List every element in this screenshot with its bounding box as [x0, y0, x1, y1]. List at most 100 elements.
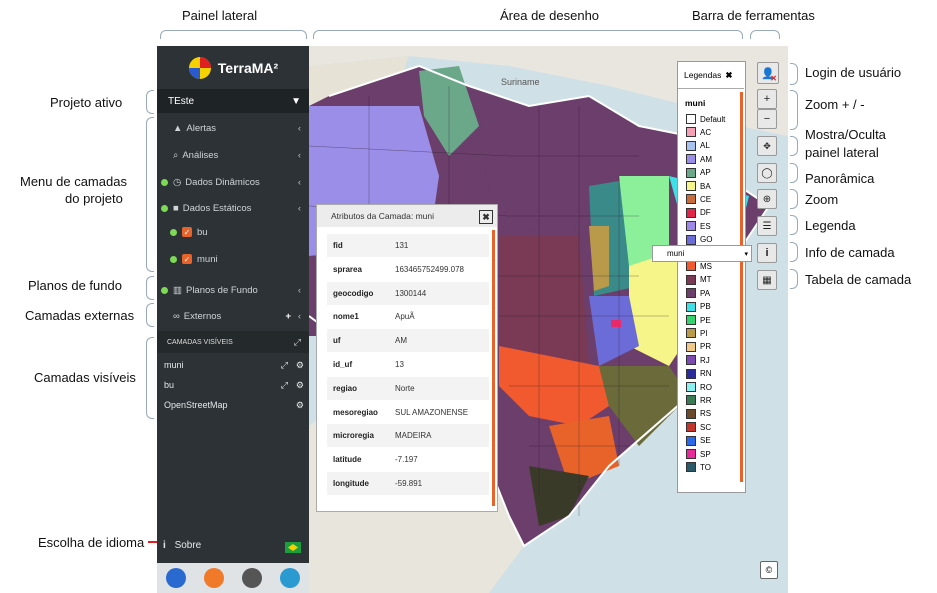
legend-swatch [686, 181, 696, 191]
menu-item-alertas[interactable]: ▲ Alertas ‹ [157, 117, 309, 139]
legend-swatch [686, 422, 696, 433]
legend-item-label: SE [700, 436, 711, 446]
login-button[interactable]: 👤 ✕ [757, 62, 779, 84]
legend-item: AP [686, 167, 711, 179]
legend-item: Default [686, 113, 725, 125]
toggle-sidebar-button[interactable]: ✥ [757, 136, 777, 156]
menu-item-externos[interactable]: ∞ Externos + ‹ [157, 305, 309, 327]
legend-item-label: RR [700, 395, 712, 405]
legend-panel: Legendas ✖ muni Default AC AL AM AP BA CE DF ES G… [677, 61, 746, 493]
layer-item-muni[interactable]: ✓ muni [157, 248, 309, 270]
project-selector[interactable]: TEste ▼ [157, 89, 309, 113]
legend-scrollbar[interactable] [740, 92, 743, 482]
attribute-value: SUL AMAZONENSE [395, 407, 469, 417]
legend-tab-label: Legendas [684, 70, 722, 80]
info-icon: i [163, 540, 166, 551]
annotation-zoom: Zoom + / - [805, 97, 865, 112]
annotation-toolbar: Barra de ferramentas [692, 8, 815, 23]
popup-scrollbar[interactable] [492, 230, 495, 506]
map-attribution-button[interactable]: © [760, 561, 778, 579]
legend-title: muni [685, 98, 706, 108]
close-icon[interactable]: ✖ [479, 210, 493, 224]
legend-item: MS [686, 260, 712, 272]
brace-right-toggle [790, 136, 798, 156]
visible-layer-openstreetmap[interactable]: OpenStreetMap ⚙ [164, 396, 304, 414]
visible-layer-bu[interactable]: bu ⤢ ⚙ [164, 376, 304, 394]
attribute-key: longitude [333, 479, 369, 488]
resize-icon[interactable]: ⤢ [281, 360, 288, 371]
legend-swatch [686, 221, 696, 232]
legend-tab[interactable]: Legendas ✖ [678, 62, 744, 89]
list-icon: ☰ [762, 220, 772, 232]
legend-swatch [686, 382, 696, 392]
layer-table-button[interactable]: ▦ [757, 270, 777, 290]
app-logo-text: TerraMA² [217, 59, 279, 76]
legend-item: AC [686, 126, 711, 138]
visible-layer-muni[interactable]: muni ⤢ ⚙ [164, 356, 304, 374]
layer-info-button[interactable]: i [757, 243, 777, 263]
legend-item: RN [686, 368, 712, 380]
gear-icon[interactable]: ⚙ [296, 400, 304, 411]
legend-item-label: PA [700, 288, 711, 298]
brace-right-login [790, 63, 798, 85]
zoom-in-icon: ⊕ [762, 193, 772, 205]
gear-icon[interactable]: ⚙ [296, 360, 304, 371]
brace-right-legend [790, 215, 798, 235]
zoom-in-button[interactable]: + [757, 89, 777, 109]
about-link[interactable]: i Sobre [163, 540, 201, 551]
layer-checkbox-bu[interactable]: ✓ [182, 227, 192, 237]
legend-swatch [686, 154, 696, 165]
legend-swatch [686, 207, 696, 218]
layer-attributes-popup: Atributos da Camada: muni ✖ fid 131 sprare… [316, 204, 498, 512]
layer-checkbox-muni[interactable]: ✓ [182, 254, 192, 264]
menu-item-dados-estaticos[interactable]: ■ Dados Estáticos ‹ [157, 197, 309, 219]
legend-swatch [686, 435, 696, 446]
app-logo: TerraMA² [157, 46, 309, 89]
visible-layers-header: CAMADAS VISÍVEIS ⤢ [157, 331, 309, 353]
map-label-suriname: Suriname [501, 77, 540, 87]
menu-item-analises[interactable]: ⌕ Análises ‹ [157, 144, 309, 166]
menu-item-dados-dinamicos[interactable]: ◷ Dados Dinâmicos ‹ [157, 171, 309, 193]
language-flag-brazil[interactable] [285, 542, 301, 553]
crest-logo-icon [242, 568, 262, 588]
gear-icon[interactable]: ⚙ [296, 380, 304, 391]
attribute-key: id_uf [333, 360, 353, 369]
visible-layer-label: muni [164, 360, 184, 370]
zoom-out-button[interactable]: − [757, 109, 777, 129]
annotation-toggle-2: painel lateral [805, 145, 879, 160]
caret-down-icon: ▼ [291, 95, 301, 107]
legend-item: PB [686, 301, 711, 313]
brace-project [146, 90, 154, 114]
legend-item-label: BA [700, 181, 711, 191]
legend-item: GO [686, 234, 712, 246]
attribute-value: -59.891 [395, 479, 423, 488]
attribute-value: MADEIRA [395, 431, 432, 441]
close-icon[interactable]: ✖ [725, 70, 732, 81]
add-external-button[interactable]: + [285, 311, 291, 322]
pan-button[interactable]: ◯ [757, 163, 777, 183]
legend-item-label: AM [700, 154, 712, 164]
legend-item-label: CE [700, 194, 712, 204]
chevron-left-icon: ‹ [297, 176, 301, 188]
brace-right-zoombox [790, 189, 798, 209]
layer-select-dropdown[interactable]: muni ▾ [652, 245, 752, 262]
layer-item-bu[interactable]: ✓ bu [157, 221, 309, 243]
legend-swatch [686, 127, 696, 138]
legend-item: AM [686, 153, 712, 165]
legend-button[interactable]: ☰ [757, 216, 777, 236]
attribute-value: Norte [395, 383, 415, 393]
attribute-row: uf AM [327, 329, 489, 353]
about-label: Sobre [174, 540, 202, 551]
attribute-row: mesoregiao SUL AMAZONENSE [327, 401, 489, 424]
annotation-external: Camadas externas [25, 308, 135, 323]
zoom-box-button[interactable]: ⊕ [757, 189, 777, 209]
expand-icon[interactable]: ⤢ [294, 337, 301, 348]
annotation-sidebar: Painel lateral [182, 8, 258, 23]
legend-item-label: AC [700, 127, 712, 137]
resize-icon[interactable]: ⤢ [281, 380, 288, 391]
plus-icon: + [763, 93, 771, 105]
legend-item: SP [686, 448, 711, 460]
legend-item: SC [686, 421, 711, 433]
menu-item-planos-de-fundo[interactable]: ▥ Planos de Fundo ‹ [157, 279, 309, 301]
table-icon: ▦ [762, 274, 772, 286]
